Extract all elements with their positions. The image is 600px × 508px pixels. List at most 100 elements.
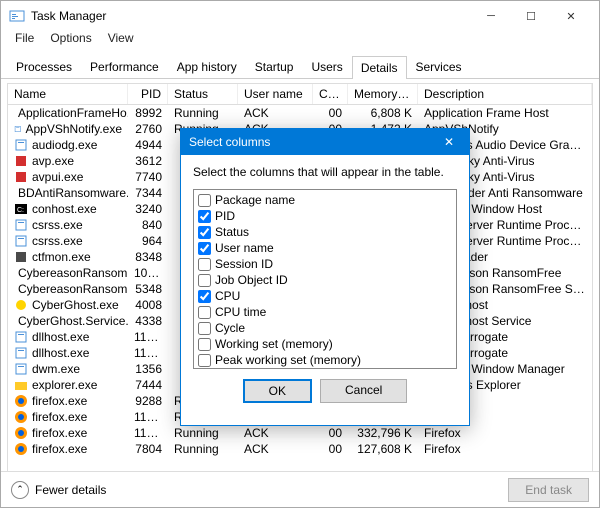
checkbox[interactable] (198, 322, 211, 335)
checklist-item[interactable]: PID (198, 208, 452, 224)
table-row[interactable]: firefox.exe7804RunningACK00127,608 KFire… (8, 441, 592, 457)
fewer-details-label: Fewer details (35, 483, 106, 497)
table-cell: 10028 (128, 265, 168, 281)
table-cell: C:conhost.exe (8, 201, 128, 217)
table-cell: 127,608 K (348, 441, 418, 457)
close-button[interactable]: ✕ (551, 1, 591, 31)
table-cell: CyberGhost.Service.... (8, 313, 128, 329)
dialog-titlebar: Select columns ✕ (181, 129, 469, 155)
table-cell: dwm.exe (8, 361, 128, 377)
checkbox[interactable] (198, 194, 211, 207)
column-checklist[interactable]: Package name PID StatusUser nameSession ID… (193, 189, 457, 369)
menu-view[interactable]: View (100, 31, 142, 51)
table-row[interactable]: firefox.exe11680RunningACK00332,796 KFir… (8, 425, 592, 441)
checkbox[interactable] (198, 274, 211, 287)
table-cell: Application Frame Host (418, 105, 592, 121)
checkbox-label: Package name (215, 193, 295, 207)
minimize-button[interactable]: ─ (471, 1, 511, 31)
table-cell: CybereasonRansom... (8, 265, 128, 281)
column-header[interactable]: PID (128, 84, 168, 104)
checklist-item[interactable]: CPU time (198, 304, 452, 320)
table-cell: 00 (313, 441, 348, 457)
table-cell: ACK (238, 441, 313, 457)
column-header[interactable]: Name (8, 84, 128, 104)
table-cell: ACK (238, 425, 313, 441)
footer: ⌃ Fewer details End task (1, 471, 599, 507)
dialog-title: Select columns (189, 135, 270, 149)
checklist-item[interactable]: Peak working set (memory) (198, 352, 452, 368)
checkbox-label: PID (215, 209, 235, 223)
tab-performance[interactable]: Performance (81, 55, 168, 78)
checklist-item[interactable]: Status (198, 224, 452, 240)
column-header[interactable]: User name (238, 84, 313, 104)
tab-processes[interactable]: Processes (7, 55, 81, 78)
checklist-item[interactable]: User name (198, 240, 452, 256)
end-task-button[interactable]: End task (508, 478, 589, 502)
table-cell: 8348 (128, 249, 168, 265)
fewer-details-button[interactable]: ⌃ Fewer details (11, 481, 106, 499)
table-cell: csrss.exe (8, 217, 128, 233)
table-cell: 5348 (128, 281, 168, 297)
checkbox[interactable] (198, 242, 211, 255)
checkbox[interactable] (198, 258, 211, 271)
dialog-message: Select the columns that will appear in t… (193, 165, 457, 179)
table-cell: Firefox (418, 441, 592, 457)
table-cell: ApplicationFrameHo... (8, 105, 128, 121)
checklist-item[interactable]: Working set (memory) (198, 336, 452, 352)
tab-users[interactable]: Users (302, 55, 351, 78)
tab-startup[interactable]: Startup (246, 55, 303, 78)
tab-details[interactable]: Details (352, 56, 407, 79)
table-cell: 4008 (128, 297, 168, 313)
table-cell: 11680 (128, 425, 168, 441)
checkbox[interactable] (198, 338, 211, 351)
tab-services[interactable]: Services (407, 55, 471, 78)
checklist-item[interactable]: Package name (198, 192, 452, 208)
column-header[interactable]: CPU (313, 84, 348, 104)
table-cell: avpui.exe (8, 169, 128, 185)
menu-options[interactable]: Options (42, 31, 99, 51)
table-cell: ctfmon.exe (8, 249, 128, 265)
table-cell: 7804 (128, 441, 168, 457)
checklist-item[interactable]: CPU (198, 288, 452, 304)
column-header[interactable]: Memory (p... (348, 84, 418, 104)
table-cell: Firefox (418, 425, 592, 441)
dialog-close-button[interactable]: ✕ (437, 135, 461, 149)
checklist-item[interactable]: Job Object ID (198, 272, 452, 288)
checkbox[interactable] (198, 290, 211, 303)
table-cell: CyberGhost.exe (8, 297, 128, 313)
checkbox[interactable] (198, 210, 211, 223)
table-cell: firefox.exe (8, 425, 128, 441)
checkbox-label: Status (215, 225, 249, 239)
maximize-button[interactable]: ☐ (511, 1, 551, 31)
table-cell: 3612 (128, 153, 168, 169)
table-cell: firefox.exe (8, 441, 128, 457)
table-cell: AppVShNotify.exe (8, 121, 128, 137)
table-cell: 9288 (128, 393, 168, 409)
cancel-button[interactable]: Cancel (320, 379, 407, 403)
table-cell: firefox.exe (8, 393, 128, 409)
checkbox[interactable] (198, 354, 211, 367)
table-cell: explorer.exe (8, 377, 128, 393)
table-cell: 11692 (128, 409, 168, 425)
ok-button[interactable]: OK (243, 379, 312, 403)
table-cell: 00 (313, 425, 348, 441)
menubar: FileOptionsView (1, 31, 599, 51)
tab-app-history[interactable]: App history (168, 55, 246, 78)
chevron-up-icon: ⌃ (11, 481, 29, 499)
table-cell: 1356 (128, 361, 168, 377)
checklist-item[interactable]: Session ID (198, 256, 452, 272)
svg-text:C:: C: (17, 207, 24, 214)
table-cell: 840 (128, 217, 168, 233)
column-header[interactable]: Description (418, 84, 592, 104)
table-row[interactable]: ApplicationFrameHo...8992RunningACK006,8… (8, 105, 592, 121)
table-cell: BBDAntiRansomware... (8, 185, 128, 201)
table-cell: CybereasonRansom... (8, 281, 128, 297)
checklist-item[interactable]: Cycle (198, 320, 452, 336)
checkbox[interactable] (198, 226, 211, 239)
table-cell: 7444 (128, 377, 168, 393)
column-header[interactable]: Status (168, 84, 238, 104)
table-cell: audiodg.exe (8, 137, 128, 153)
checkbox[interactable] (198, 306, 211, 319)
menu-file[interactable]: File (7, 31, 42, 51)
table-cell: 4338 (128, 313, 168, 329)
